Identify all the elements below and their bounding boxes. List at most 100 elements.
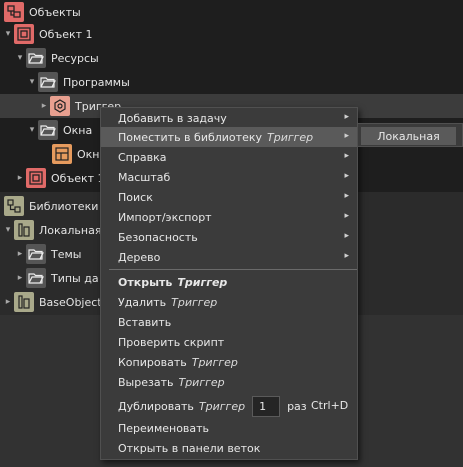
menu-item-security[interactable]: Безопасность ▸ xyxy=(101,227,357,247)
folder-icon xyxy=(38,72,58,92)
collapse-arrow-icon[interactable]: ▸ xyxy=(14,272,26,284)
menu-item-label: Открыть в панели веток xyxy=(118,441,261,455)
menu-item-target: Триггер xyxy=(267,130,314,144)
context-menu: Добавить в задачу ▸ Поместить в библиоте… xyxy=(100,107,358,460)
tree-item-windows[interactable]: ▾ Окна xyxy=(26,118,92,142)
tree-item-programs[interactable]: ▾ Программы xyxy=(26,70,130,94)
collapse-arrow-icon[interactable]: ▸ xyxy=(14,172,26,184)
menu-item-target: Триггер xyxy=(191,355,238,369)
menu-item-check-script[interactable]: Проверить скрипт xyxy=(101,332,357,352)
menu-item-label: Добавить в задачу xyxy=(118,111,227,125)
menu-item-label: Дерево xyxy=(118,250,161,264)
tree-item-label: Окна xyxy=(63,123,93,137)
duplicate-unit-label: раз xyxy=(287,399,307,413)
submenu-item-local[interactable]: Локальная xyxy=(361,127,456,145)
expand-arrow-icon[interactable]: ▾ xyxy=(2,224,14,236)
menu-item-target: Триггер xyxy=(178,375,225,389)
expand-arrow-icon[interactable]: ▾ xyxy=(14,52,26,64)
menu-item-label: Поместить в библиотеку xyxy=(118,130,262,144)
menu-item-target: Триггер xyxy=(171,295,218,309)
collapse-arrow-icon[interactable]: ▸ xyxy=(2,296,14,308)
submenu-arrow-icon: ▸ xyxy=(344,231,349,241)
tree-item-label: Локальная xyxy=(39,223,102,237)
menu-item-label: Проверить скрипт xyxy=(118,335,225,349)
menu-item-zoom[interactable]: Масштаб ▸ xyxy=(101,167,357,187)
menu-item-label: Вставить xyxy=(118,315,172,329)
submenu-arrow-icon: ▸ xyxy=(344,251,349,261)
tree-item-label: Библиотеки xyxy=(29,199,99,213)
tree-item-base-objects[interactable]: ▸ BaseObject xyxy=(2,290,102,314)
objects-folder-icon xyxy=(4,2,24,22)
menu-item-target: Триггер xyxy=(198,399,246,413)
tree-item-object1[interactable]: ▾ Объект 1 xyxy=(2,22,93,46)
tree-item-libraries[interactable]: Библиотеки xyxy=(4,194,98,218)
collapse-arrow-icon[interactable]: ▸ xyxy=(38,100,50,112)
menu-item-label: Копировать xyxy=(118,355,187,369)
menu-item-duplicate[interactable]: Дублировать Триггер 1 раз Ctrl+D xyxy=(101,393,357,419)
menu-item-add-to-task[interactable]: Добавить в задачу ▸ xyxy=(101,108,357,128)
folder-icon xyxy=(26,244,46,264)
menu-item-label: Импорт/экспорт xyxy=(118,210,212,224)
submenu-arrow-icon: ▸ xyxy=(344,112,349,122)
menu-item-put-in-library[interactable]: Поместить в библиотеку Триггер ▸ xyxy=(101,127,357,147)
library-icon xyxy=(14,292,34,312)
menu-item-label: Удалить xyxy=(118,295,167,309)
shortcut-label: Ctrl+D xyxy=(311,399,349,412)
menu-item-target: Триггер xyxy=(177,275,228,289)
object-icon xyxy=(14,24,34,44)
menu-item-label: Безопасность xyxy=(118,230,198,244)
menu-item-tree[interactable]: Дерево ▸ xyxy=(101,247,357,267)
menu-item-label: Открыть xyxy=(118,275,173,289)
menu-item-delete[interactable]: Удалить Триггер xyxy=(101,292,357,312)
tree-item-label: Ресурсы xyxy=(51,51,99,65)
tree-item-label: Объект 1 xyxy=(39,27,93,41)
submenu-arrow-icon: ▸ xyxy=(344,131,349,141)
menu-item-label: Вырезать xyxy=(118,375,174,389)
library-icon xyxy=(14,220,34,240)
menu-separator xyxy=(109,269,357,270)
trigger-icon xyxy=(50,96,70,116)
menu-item-rename[interactable]: Переименовать xyxy=(101,418,357,438)
menu-item-search[interactable]: Поиск ▸ xyxy=(101,187,357,207)
window-icon xyxy=(52,144,72,164)
expand-arrow-icon[interactable]: ▾ xyxy=(26,124,38,136)
submenu-arrow-icon: ▸ xyxy=(344,191,349,201)
menu-item-label: Масштаб xyxy=(118,170,171,184)
submenu-arrow-icon: ▸ xyxy=(344,211,349,221)
menu-item-label: Дублировать xyxy=(118,399,194,413)
menu-item-open[interactable]: Открыть Триггер xyxy=(101,272,357,292)
submenu-arrow-icon: ▸ xyxy=(344,151,349,161)
tree-item-data-types[interactable]: ▸ Типы да xyxy=(14,266,99,290)
tree-item-local[interactable]: ▾ Локальная xyxy=(2,218,101,242)
menu-item-cut[interactable]: Вырезать Триггер xyxy=(101,372,357,392)
menu-item-import-export[interactable]: Импорт/экспорт ▸ xyxy=(101,207,357,227)
menu-item-label: Переименовать xyxy=(118,421,210,435)
tree-item-label: Объекты xyxy=(29,5,81,19)
collapse-arrow-icon[interactable]: ▸ xyxy=(14,248,26,260)
tree-item-themes[interactable]: ▸ Темы xyxy=(14,242,81,266)
submenu-arrow-icon: ▸ xyxy=(344,171,349,181)
object-icon xyxy=(26,168,46,188)
menu-item-copy[interactable]: Копировать Триггер xyxy=(101,352,357,372)
menu-item-help[interactable]: Справка ▸ xyxy=(101,147,357,167)
expand-arrow-icon[interactable]: ▾ xyxy=(26,76,38,88)
menu-item-open-in-branch-panel[interactable]: Открыть в панели веток xyxy=(101,438,357,458)
expand-arrow-icon[interactable]: ▾ xyxy=(2,28,14,40)
library-submenu: Локальная xyxy=(357,123,463,147)
tree-item-object-other[interactable]: ▸ Объект 1 xyxy=(14,166,105,190)
tree-item-resources[interactable]: ▾ Ресурсы xyxy=(14,46,99,70)
tree-item-label: Типы да xyxy=(51,271,99,285)
duplicate-count-input[interactable]: 1 xyxy=(252,395,281,417)
folder-icon xyxy=(26,268,46,288)
tree-item-label: Темы xyxy=(51,247,82,261)
menu-item-label: Справка xyxy=(118,150,167,164)
tree-item-window[interactable]: Окно xyxy=(52,142,106,166)
menu-item-label: Поиск xyxy=(118,190,153,204)
folder-icon xyxy=(26,48,46,68)
menu-item-paste[interactable]: Вставить xyxy=(101,312,357,332)
tree-item-label: Программы xyxy=(63,75,130,89)
folder-icon xyxy=(38,120,58,140)
tree-item-label: BaseObject xyxy=(39,295,102,309)
tree-item-objects[interactable]: Объекты xyxy=(4,0,81,24)
libraries-icon xyxy=(4,196,24,216)
